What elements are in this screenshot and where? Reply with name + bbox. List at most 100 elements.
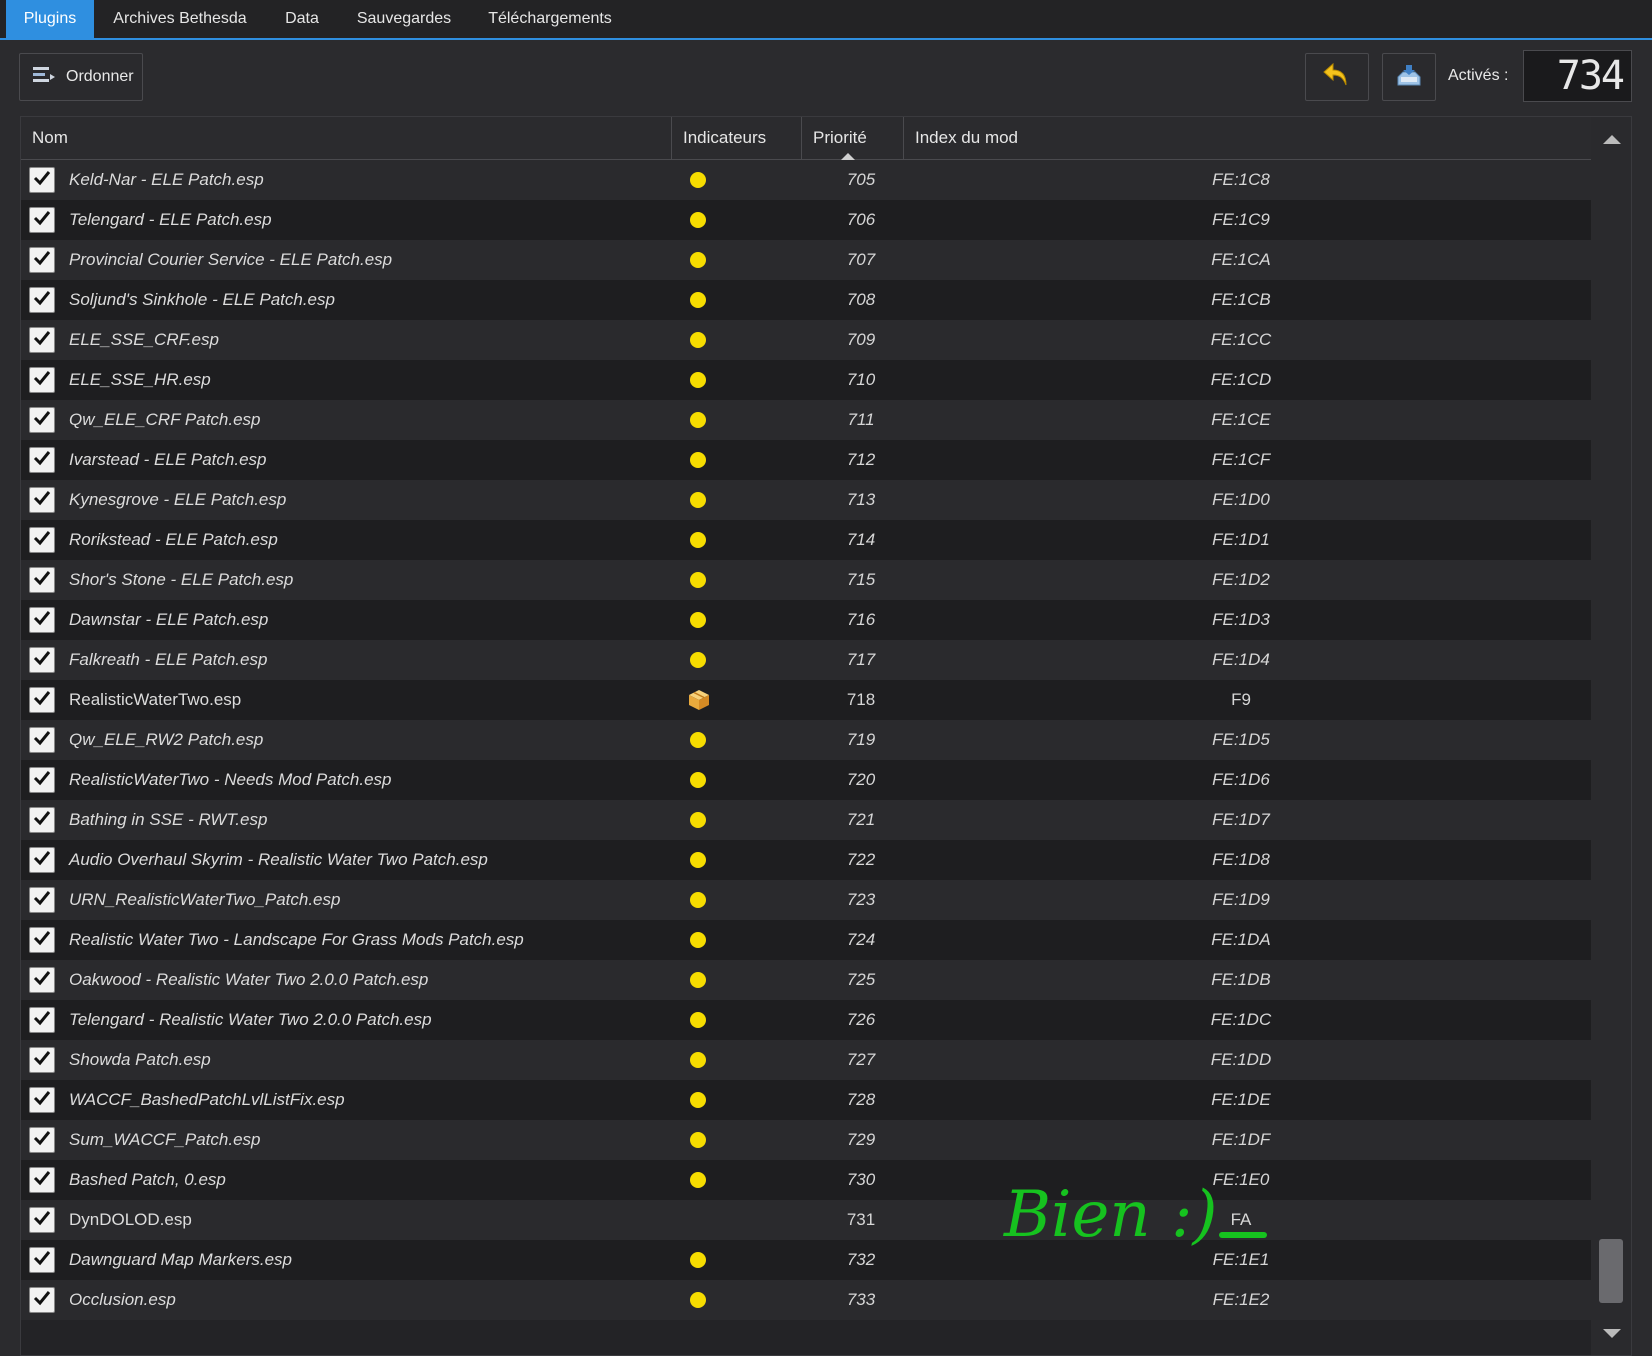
column-header-name[interactable]: Nom xyxy=(21,117,672,159)
table-row[interactable]: Qw_ELE_CRF Patch.esp 711 FE:1CE xyxy=(21,400,1591,440)
plugin-name: WACCF_BashedPatchLvlListFix.esp xyxy=(69,1090,345,1109)
enable-checkbox[interactable] xyxy=(29,967,55,993)
tab-archives-bethesda[interactable]: Archives Bethesda xyxy=(100,0,260,38)
enable-checkbox[interactable] xyxy=(29,687,55,713)
checkmark-icon xyxy=(33,889,51,912)
table-row[interactable]: Telengard - ELE Patch.esp 706 FE:1C9 xyxy=(21,200,1591,240)
plugin-mod-index: FE:1D1 xyxy=(1212,530,1270,549)
indicator-dot-icon xyxy=(690,1172,706,1188)
checkmark-icon xyxy=(33,1289,51,1312)
enable-checkbox[interactable] xyxy=(29,1047,55,1073)
plugin-mod-index: FE:1CC xyxy=(1210,330,1272,349)
table-row[interactable]: Bathing in SSE - RWT.esp 721 FE:1D7 xyxy=(21,800,1591,840)
enable-checkbox[interactable] xyxy=(29,647,55,673)
enable-checkbox[interactable] xyxy=(29,1127,55,1153)
enable-checkbox[interactable] xyxy=(29,1247,55,1273)
table-row[interactable]: Shor's Stone - ELE Patch.esp 715 FE:1D2 xyxy=(21,560,1591,600)
enable-checkbox[interactable] xyxy=(29,727,55,753)
table-row[interactable]: URN_RealisticWaterTwo_Patch.esp 723 FE:1D9 xyxy=(21,880,1591,920)
enable-checkbox[interactable] xyxy=(29,407,55,433)
enable-checkbox[interactable] xyxy=(29,927,55,953)
table-row[interactable]: Keld-Nar - ELE Patch.esp 705 FE:1C8 xyxy=(21,160,1591,200)
table-row[interactable]: Oakwood - Realistic Water Two 2.0.0 Patc… xyxy=(21,960,1591,1000)
enable-checkbox[interactable] xyxy=(29,887,55,913)
tab-data[interactable]: Data xyxy=(270,0,334,38)
enable-checkbox[interactable] xyxy=(29,1007,55,1033)
plugin-priority: 726 xyxy=(846,1010,876,1029)
order-button[interactable]: Ordonner xyxy=(19,53,143,101)
table-row[interactable]: ELE_SSE_HR.esp 710 FE:1CD xyxy=(21,360,1591,400)
table-row[interactable]: RealisticWaterTwo - Needs Mod Patch.esp 7… xyxy=(21,760,1591,800)
table-row[interactable]: DynDOLOD.esp 731 FA xyxy=(21,1200,1591,1240)
table-row[interactable]: Showda Patch.esp 727 FE:1DD xyxy=(21,1040,1591,1080)
table-row[interactable]: Occlusion.esp 733 FE:1E2 xyxy=(21,1280,1591,1320)
enable-checkbox[interactable] xyxy=(29,567,55,593)
table-row[interactable]: ELE_SSE_CRF.esp 709 FE:1CC xyxy=(21,320,1591,360)
enable-checkbox[interactable] xyxy=(29,367,55,393)
undo-arrow-icon xyxy=(1322,61,1352,94)
indicator-dot-icon xyxy=(690,292,706,308)
enable-checkbox[interactable] xyxy=(29,247,55,273)
plugin-name: Telengard - ELE Patch.esp xyxy=(69,210,272,229)
column-header-indicators[interactable]: Indicateurs xyxy=(672,117,802,159)
table-row[interactable]: WACCF_BashedPatchLvlListFix.esp 728 FE:1DE xyxy=(21,1080,1591,1120)
table-row[interactable]: Bashed Patch, 0.esp 730 FE:1E0 xyxy=(21,1160,1591,1200)
indicator-dot-icon xyxy=(690,1092,706,1108)
enable-checkbox[interactable] xyxy=(29,327,55,353)
table-row[interactable]: Falkreath - ELE Patch.esp 717 FE:1D4 xyxy=(21,640,1591,680)
table-row[interactable]: Dawnguard Map Markers.esp 732 FE:1E1 xyxy=(21,1240,1591,1280)
table-row[interactable]: Realistic Water Two - Landscape For Gras… xyxy=(21,920,1591,960)
table-row[interactable]: Provincial Courier Service - ELE Patch.e… xyxy=(21,240,1591,280)
enable-checkbox[interactable] xyxy=(29,807,55,833)
scroll-down-icon[interactable] xyxy=(1603,1329,1621,1338)
enable-checkbox[interactable] xyxy=(29,487,55,513)
enable-checkbox[interactable] xyxy=(29,1087,55,1113)
vertical-scrollbar[interactable] xyxy=(1591,117,1631,1355)
checkmark-icon xyxy=(33,729,51,752)
checkmark-icon xyxy=(33,329,51,352)
table-row[interactable]: Telengard - Realistic Water Two 2.0.0 Pa… xyxy=(21,1000,1591,1040)
enable-checkbox[interactable] xyxy=(29,1167,55,1193)
save-disk-icon xyxy=(1396,63,1422,92)
plugin-mod-index: FE:1DE xyxy=(1211,1090,1271,1109)
enable-checkbox[interactable] xyxy=(29,287,55,313)
enable-checkbox[interactable] xyxy=(29,447,55,473)
plugin-priority: 727 xyxy=(846,1050,876,1069)
indicator-dot-icon xyxy=(690,452,706,468)
tab-plugins[interactable]: Plugins xyxy=(6,0,94,38)
table-row[interactable]: Rorikstead - ELE Patch.esp 714 FE:1D1 xyxy=(21,520,1591,560)
save-button[interactable] xyxy=(1382,53,1436,101)
table-row[interactable]: RealisticWaterTwo.esp 718 F9 xyxy=(21,680,1591,720)
table-row[interactable]: Audio Overhaul Skyrim - Realistic Water … xyxy=(21,840,1591,880)
enable-checkbox[interactable] xyxy=(29,607,55,633)
table-row[interactable]: Kynesgrove - ELE Patch.esp 713 FE:1D0 xyxy=(21,480,1591,520)
plugin-name: Ivarstead - ELE Patch.esp xyxy=(69,450,267,469)
enable-checkbox[interactable] xyxy=(29,1207,55,1233)
enable-checkbox[interactable] xyxy=(29,527,55,553)
table-row[interactable]: Ivarstead - ELE Patch.esp 712 FE:1CF xyxy=(21,440,1591,480)
plugin-priority: 707 xyxy=(846,250,876,269)
enable-checkbox[interactable] xyxy=(29,767,55,793)
table-row[interactable]: Qw_ELE_RW2 Patch.esp 719 FE:1D5 xyxy=(21,720,1591,760)
table-row[interactable]: Soljund's Sinkhole - ELE Patch.esp 708 FE:… xyxy=(21,280,1591,320)
tab-sauvegardes[interactable]: Sauvegardes xyxy=(344,0,464,38)
table-row[interactable]: Dawnstar - ELE Patch.esp 716 FE:1D3 xyxy=(21,600,1591,640)
enable-checkbox[interactable] xyxy=(29,847,55,873)
plugin-name: Keld-Nar - ELE Patch.esp xyxy=(69,170,264,189)
scroll-up-icon[interactable] xyxy=(1603,135,1621,144)
indicator-dot-icon xyxy=(690,772,706,788)
enable-checkbox[interactable] xyxy=(29,167,55,193)
enable-checkbox[interactable] xyxy=(29,1287,55,1313)
undo-button[interactable] xyxy=(1305,53,1369,101)
scrollbar-thumb[interactable] xyxy=(1599,1239,1623,1303)
plugin-name: ELE_SSE_HR.esp xyxy=(69,370,211,389)
checkmark-icon xyxy=(33,1009,51,1032)
table-row[interactable]: Sum_WACCF_Patch.esp 729 FE:1DF xyxy=(21,1120,1591,1160)
column-header-mod-index[interactable]: Index du mod xyxy=(904,117,1591,159)
tab-telechargements[interactable]: Téléchargements xyxy=(478,0,622,38)
indicator-dot-icon xyxy=(690,892,706,908)
plugin-priority: 733 xyxy=(846,1290,876,1309)
enable-checkbox[interactable] xyxy=(29,207,55,233)
checkmark-icon xyxy=(33,1129,51,1152)
plugin-priority: 718 xyxy=(846,690,876,709)
